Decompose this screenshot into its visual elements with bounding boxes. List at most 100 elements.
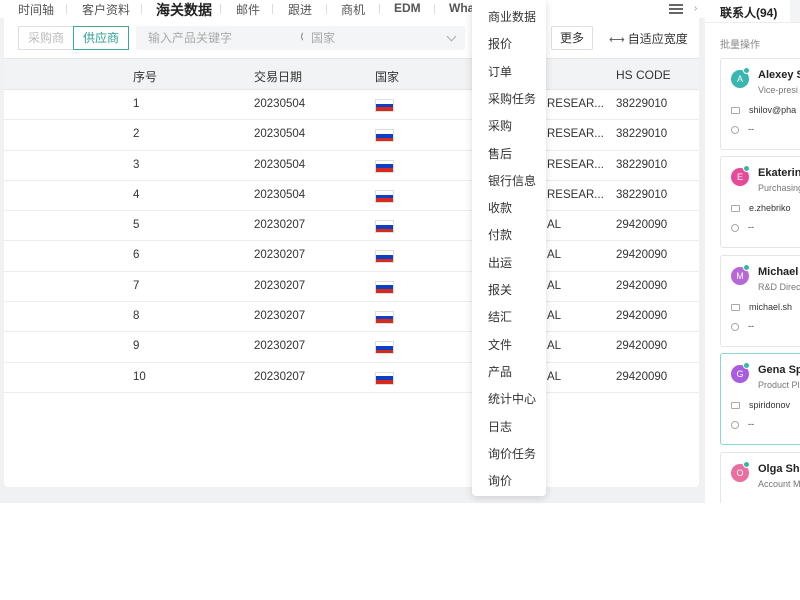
tab-timeline[interactable]: 时间轴	[18, 1, 54, 18]
online-status-dot	[743, 461, 750, 468]
table-row[interactable]: 10 20230207 AL 29420090	[4, 363, 699, 393]
dropdown-item[interactable]: 采购	[488, 117, 512, 134]
contact-name[interactable]: Michael	[758, 266, 798, 278]
batch-operations-link[interactable]: 批量操作	[720, 36, 760, 51]
dropdown-item[interactable]: 报关	[488, 281, 512, 298]
cell-hs-code: 38229010	[616, 128, 668, 141]
contact-name[interactable]: Alexey S	[758, 69, 800, 81]
cell-company: RESEAR...	[547, 128, 604, 141]
contact-email-row[interactable]: spiridonov	[731, 400, 790, 410]
online-status-dot	[743, 67, 750, 74]
cell-hs-code: 29420090	[616, 340, 668, 353]
contact-card[interactable]: OOlga SheAccount M	[720, 452, 800, 503]
tab-mail[interactable]: 邮件	[236, 1, 260, 18]
dropdown-item[interactable]: 日志	[488, 418, 512, 435]
table-row[interactable]: 4 20230504 RESEAR... 38229010	[4, 181, 699, 212]
contact-phone: --	[748, 419, 754, 429]
buyer-toggle[interactable]: 采购商	[18, 26, 74, 50]
contact-email: shilov@pha	[749, 105, 797, 115]
cell-date: 20230207	[254, 310, 306, 323]
table-row[interactable]: 5 20230207 AL 29420090	[4, 211, 699, 242]
tab-customer-profile[interactable]: 客户资料	[82, 1, 130, 18]
dropdown-item[interactable]: 采购任务	[488, 90, 536, 107]
russia-flag-icon	[375, 341, 394, 355]
contacts-panel: 联系人(94) 批量操作 A Alexey S Vice-presi shilov@p…	[705, 0, 800, 503]
contact-name[interactable]: Ekaterin	[758, 167, 800, 179]
autofit-width-label: 自适应宽度	[627, 32, 688, 46]
dropdown-item[interactable]: 结汇	[488, 308, 512, 325]
dropdown-item[interactable]: 售后	[488, 145, 512, 162]
dropdown-item[interactable]: 商业数据	[488, 8, 536, 25]
table-row[interactable]: 7 20230207 AL 29420090	[4, 272, 699, 303]
product-keyword-input[interactable]	[136, 26, 286, 50]
tab-divider	[66, 4, 67, 14]
cell-company: RESEAR...	[547, 158, 604, 171]
contacts-title[interactable]: 联系人(94)	[720, 4, 777, 21]
contact-phone-row[interactable]: --	[731, 419, 754, 429]
cell-no: 4	[133, 188, 140, 201]
online-status-dot	[743, 165, 750, 172]
contact-card[interactable]: M Michael R&D Direc michael.sh --	[720, 255, 800, 347]
dropdown-item[interactable]: 产品	[488, 363, 512, 380]
dropdown-item[interactable]: 统计中心	[488, 390, 536, 407]
table-row[interactable]: 1 20230504 RESEAR... 38229010	[4, 90, 699, 121]
cell-hs-code: 38229010	[616, 158, 668, 171]
russia-flag-icon	[375, 220, 394, 234]
autofit-width-button[interactable]: ⟷ 自适应宽度	[609, 30, 688, 47]
dropdown-item[interactable]: 订单	[488, 63, 512, 80]
dropdown-item[interactable]: 付款	[488, 226, 512, 243]
more-filters-button[interactable]: 更多	[551, 26, 593, 50]
contact-card[interactable]: E Ekaterin Purchasing e.zhebriko --	[720, 156, 800, 248]
col-header-date[interactable]: 交易日期	[254, 68, 302, 85]
contact-email-row[interactable]: shilov@pha	[731, 105, 796, 115]
dropdown-item[interactable]: 询价任务	[488, 445, 536, 462]
dropdown-item[interactable]: 出运	[488, 254, 512, 271]
country-select[interactable]: 国家	[303, 26, 465, 50]
contact-name[interactable]: Gena Sp	[758, 364, 800, 376]
cell-hs-code: 29420090	[616, 310, 668, 323]
dropdown-item[interactable]: 询价	[488, 472, 512, 489]
contacts-next-tab[interactable]	[790, 0, 800, 22]
supplier-toggle[interactable]: 供应商	[73, 26, 129, 50]
tab-edm[interactable]: EDM	[394, 1, 421, 15]
contact-email-row[interactable]: michael.sh	[731, 302, 792, 312]
tab-customs-data[interactable]: 海关数据	[156, 0, 212, 20]
col-header-hs-code[interactable]: HS CODE	[616, 68, 671, 82]
contact-phone-row[interactable]: --	[731, 124, 754, 134]
cell-date: 20230207	[254, 249, 306, 262]
cell-company: AL	[547, 219, 562, 232]
col-header-no[interactable]: 序号	[133, 68, 157, 85]
table-row[interactable]: 6 20230207 AL 29420090	[4, 241, 699, 272]
dropdown-item[interactable]: 报价	[488, 35, 512, 52]
dropdown-item[interactable]: 文件	[488, 336, 512, 353]
cell-no: 6	[133, 249, 140, 262]
table-row[interactable]: 2 20230504 RESEAR... 38229010	[4, 120, 699, 151]
contact-card[interactable]: G Gena Sp Product Pl spiridonov --	[720, 353, 800, 445]
contact-card[interactable]: A Alexey S Vice-presi shilov@pha --	[720, 58, 800, 150]
col-header-country[interactable]: 国家	[375, 68, 399, 85]
cell-date: 20230504	[254, 128, 306, 141]
contact-phone-row[interactable]: --	[731, 222, 754, 232]
table-row[interactable]: 9 20230207 AL 29420090	[4, 332, 699, 363]
cell-no: 8	[133, 310, 140, 323]
contact-phone-row[interactable]: --	[731, 321, 754, 331]
contact-name[interactable]: Olga She	[758, 463, 800, 475]
cell-date: 20230207	[254, 370, 306, 383]
tab-opportunity[interactable]: 商机	[341, 1, 365, 18]
contacts-header: 联系人(94)	[705, 0, 800, 23]
cell-hs-code: 29420090	[616, 370, 668, 383]
tab-whatsapp[interactable]: Wha	[449, 1, 474, 15]
chevron-right-icon[interactable]: ›	[694, 3, 697, 14]
contact-email-row[interactable]: e.zhebriko	[731, 203, 791, 213]
dropdown-item[interactable]: 银行信息	[488, 172, 536, 189]
cell-date: 20230207	[254, 340, 306, 353]
country-select-placeholder: 国家	[311, 31, 336, 45]
table-row[interactable]: 3 20230504 RESEAR... 38229010	[4, 151, 699, 181]
column-settings-icon[interactable]	[669, 2, 683, 16]
tab-divider	[434, 4, 435, 14]
table-row[interactable]: 8 20230207 AL 29420090	[4, 302, 699, 333]
app-window: 时间轴 客户资料 海关数据 邮件 跟进 商机 EDM Wha › 采购商 供应商	[0, 0, 800, 503]
chevron-down-icon	[446, 31, 457, 42]
dropdown-item[interactable]: 收款	[488, 199, 512, 216]
tab-follow-up[interactable]: 跟进	[288, 1, 312, 18]
